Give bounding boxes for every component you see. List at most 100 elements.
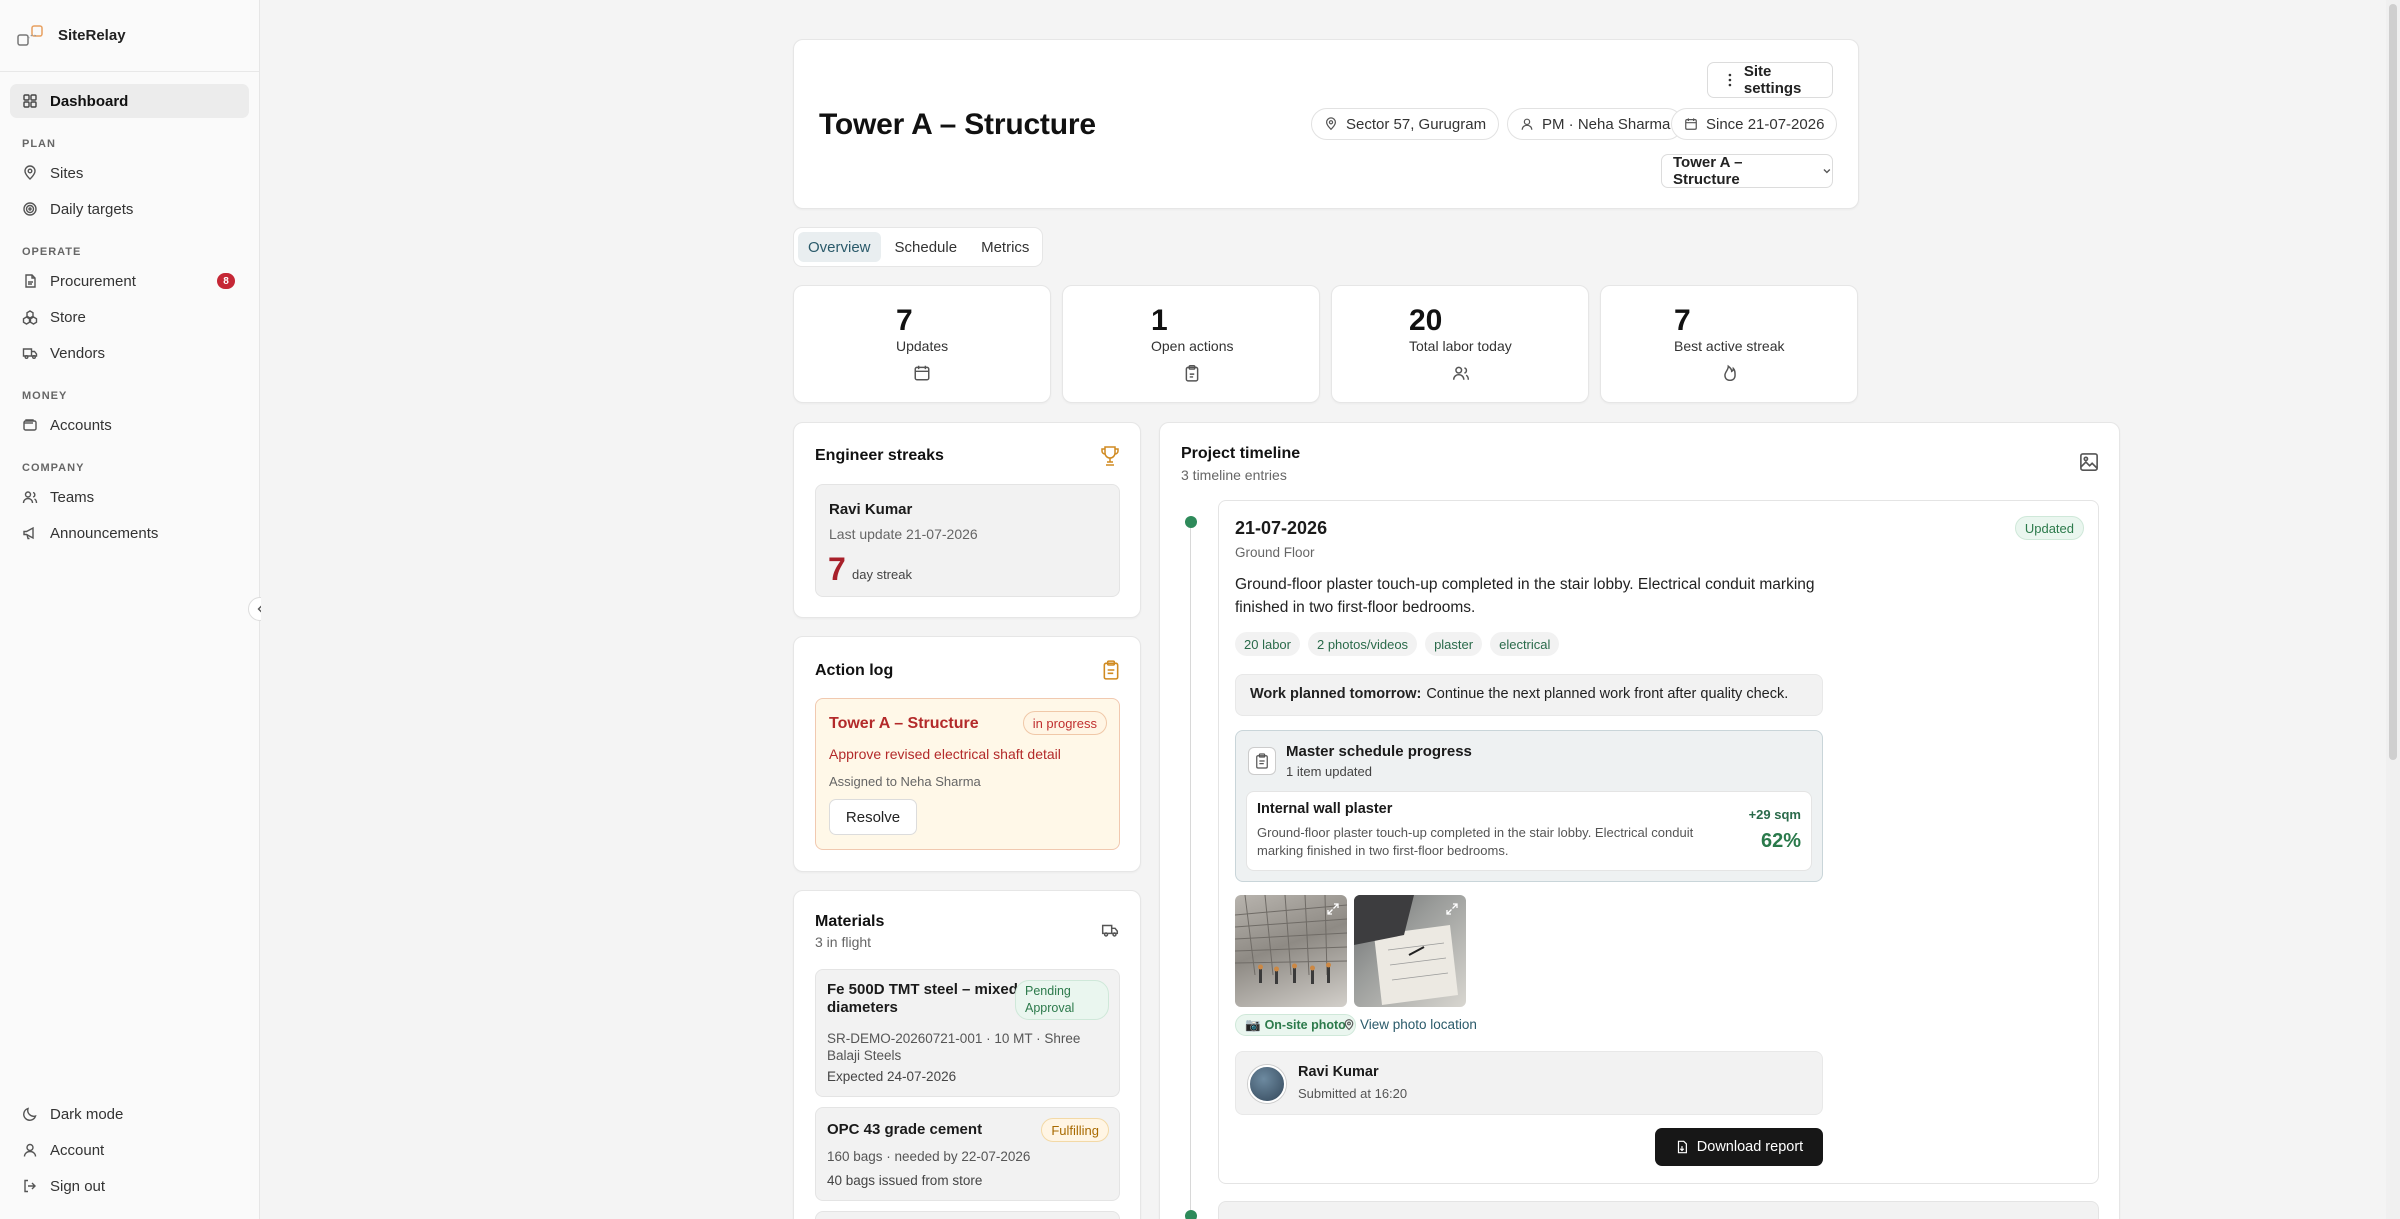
material-meta: 160 bags · needed by 22-07-2026 [827,1149,1031,1164]
image-icon[interactable] [2079,452,2099,472]
material-item[interactable] [815,1211,1120,1219]
labor-tag: 20 labor [1235,632,1300,656]
stat-value: 1 [1151,304,1168,337]
flame-icon [1724,364,1736,382]
work-planned-box: Work planned tomorrow: Continue the next… [1235,674,1823,716]
stat-card-total-labor: 20 Total labor today [1331,285,1589,403]
stat-label: Best active streak [1674,338,1785,354]
project-timeline-card: Project timeline 3 timeline entries 21-0… [1159,422,2120,1219]
sidebar-item-label: Vendors [50,344,106,362]
brand[interactable]: SiteRelay [0,0,259,72]
work-planned-text: Continue the next planned work front aft… [1426,686,1789,702]
streak-days-label: day streak [852,567,912,582]
page-title: Tower A – Structure [819,108,1096,141]
material-status-badge: Fulfilling [1041,1118,1109,1142]
users-icon [22,491,38,504]
wallet-icon [23,419,37,431]
user-icon [23,1143,37,1157]
stat-card-best-streak: 7 Best active streak [1600,285,1858,403]
sidebar-item-label: Announcements [50,524,159,542]
sidebar-item-label: Dashboard [50,92,129,110]
schedule-item-title: Internal wall plaster [1257,801,1393,817]
target-icon [23,202,37,216]
users-icon [1452,366,1470,380]
more-vertical-icon [1728,73,1732,87]
map-pin-icon [24,165,36,180]
streak-entry: Ravi Kumar Last update 21-07-2026 7 day … [815,484,1120,597]
schedule-item-text: Ground-floor plaster touch-up completed … [1257,825,1694,858]
calendar-icon [914,365,930,381]
section-title: Project timeline [1181,445,1301,462]
materials-subtitle: 3 in flight [815,934,872,950]
material-expected: 40 bags issued from store [827,1173,983,1188]
sidebar-item-label: Store [50,308,86,326]
sidebar-item-label: Procurement [50,272,136,290]
schedule-progress-box: Master schedule progress 1 item updated … [1235,730,1823,882]
sidebar-item-vendors[interactable]: Vendors [10,336,249,370]
timeline-dot [1185,516,1197,528]
map-pin-icon [1326,117,1336,131]
sidebar-item-store[interactable]: Store [10,300,249,334]
action-item: Tower A – Structure in progress Approve … [815,698,1120,850]
material-item[interactable]: OPC 43 grade cement Fulfilling 160 bags … [815,1107,1120,1201]
schedule-item-percent: 62% [1760,830,1801,852]
material-expected: Expected 24-07-2026 [827,1069,957,1084]
file-download-icon [1677,1140,1687,1154]
dark-mode-toggle[interactable]: Dark mode [10,1097,249,1131]
scrollbar-thumb[interactable] [2389,4,2397,760]
sidebar-item-teams[interactable]: Teams [10,480,249,514]
entry-text: Ground-floor plaster touch-up completed … [1235,576,1815,616]
sidebar-item-daily-targets[interactable]: Daily targets [10,192,249,226]
since-text: Since 21-07-2026 [1706,115,1825,133]
media-tag: 2 photos/videos [1307,632,1418,656]
section-title: Materials [815,913,885,930]
action-status-badge: in progress [1022,711,1107,735]
sign-out-button[interactable]: Sign out [10,1169,249,1203]
siterelay-logo-icon [17,24,43,46]
photo-thumbnail[interactable] [1354,895,1466,1007]
tab-overview[interactable]: Overview [798,232,881,262]
main-content: Tower A – Structure Site settings Sector… [261,0,2400,1219]
sidebar-item-accounts[interactable]: Accounts [10,408,249,442]
sidebar-item-label: Teams [50,488,95,506]
resolve-button[interactable]: Resolve [829,799,917,835]
stat-card-updates: 7 Updates [793,285,1051,403]
page-scrollbar[interactable] [2386,0,2400,1219]
sidebar-section-plan: PLAN [22,138,56,150]
trophy-icon [1101,446,1119,466]
tab-schedule[interactable]: Schedule [885,232,968,262]
sidebar-item-label: Daily targets [50,200,134,218]
site-settings-button[interactable]: Site settings [1707,62,1833,98]
submitter-box: Ravi Kumar Submitted at 16:20 [1235,1051,1823,1115]
sidebar-item-sites[interactable]: Sites [10,156,249,190]
sidebar-section-operate: OPERATE [22,246,82,258]
entry-date: 21-07-2026 [1235,518,1328,538]
pm-pill: PM · Neha Sharma [1507,108,1684,140]
entry-tags: 20 labor 2 photos/videos plaster electri… [1235,632,1560,656]
sidebar-item-account[interactable]: Account [10,1133,249,1167]
site-settings-label: Site settings [1743,63,1802,97]
sidebar-item-label: Account [50,1141,105,1159]
site-select-dropdown[interactable]: Tower A – Structure [1661,154,1833,188]
timeline-entry: 21-07-2026 Ground Floor Updated Ground-f… [1218,500,2099,1184]
action-log-card: Action log Tower A – Structure in progre… [793,636,1141,872]
moon-icon [23,1107,37,1121]
sidebar: SiteRelay Dashboard PLAN Sites Daily tar… [0,0,260,1219]
stat-label: Total labor today [1409,338,1512,354]
stat-label: Updates [896,338,949,354]
expand-icon [1446,903,1458,915]
material-item[interactable]: Fe 500D TMT steel – mixed diameters Pend… [815,969,1120,1097]
view-photo-location-link[interactable]: View photo location [1343,1017,1477,1032]
entry-floor: Ground Floor [1235,545,1315,560]
sidebar-section-money: MONEY [22,390,68,402]
boxes-icon [22,310,38,325]
download-report-button[interactable]: Download report [1655,1128,1823,1166]
tab-metrics[interactable]: Metrics [971,232,1039,262]
clipboard-icon [1185,364,1199,382]
photo-thumbnail[interactable] [1235,895,1347,1007]
sidebar-item-dashboard[interactable]: Dashboard [10,84,249,118]
electrical-tag: electrical [1490,632,1560,656]
sidebar-item-announcements[interactable]: Announcements [10,516,249,550]
stat-value: 20 [1409,304,1443,337]
sidebar-item-procurement[interactable]: Procurement 8 [10,264,249,298]
